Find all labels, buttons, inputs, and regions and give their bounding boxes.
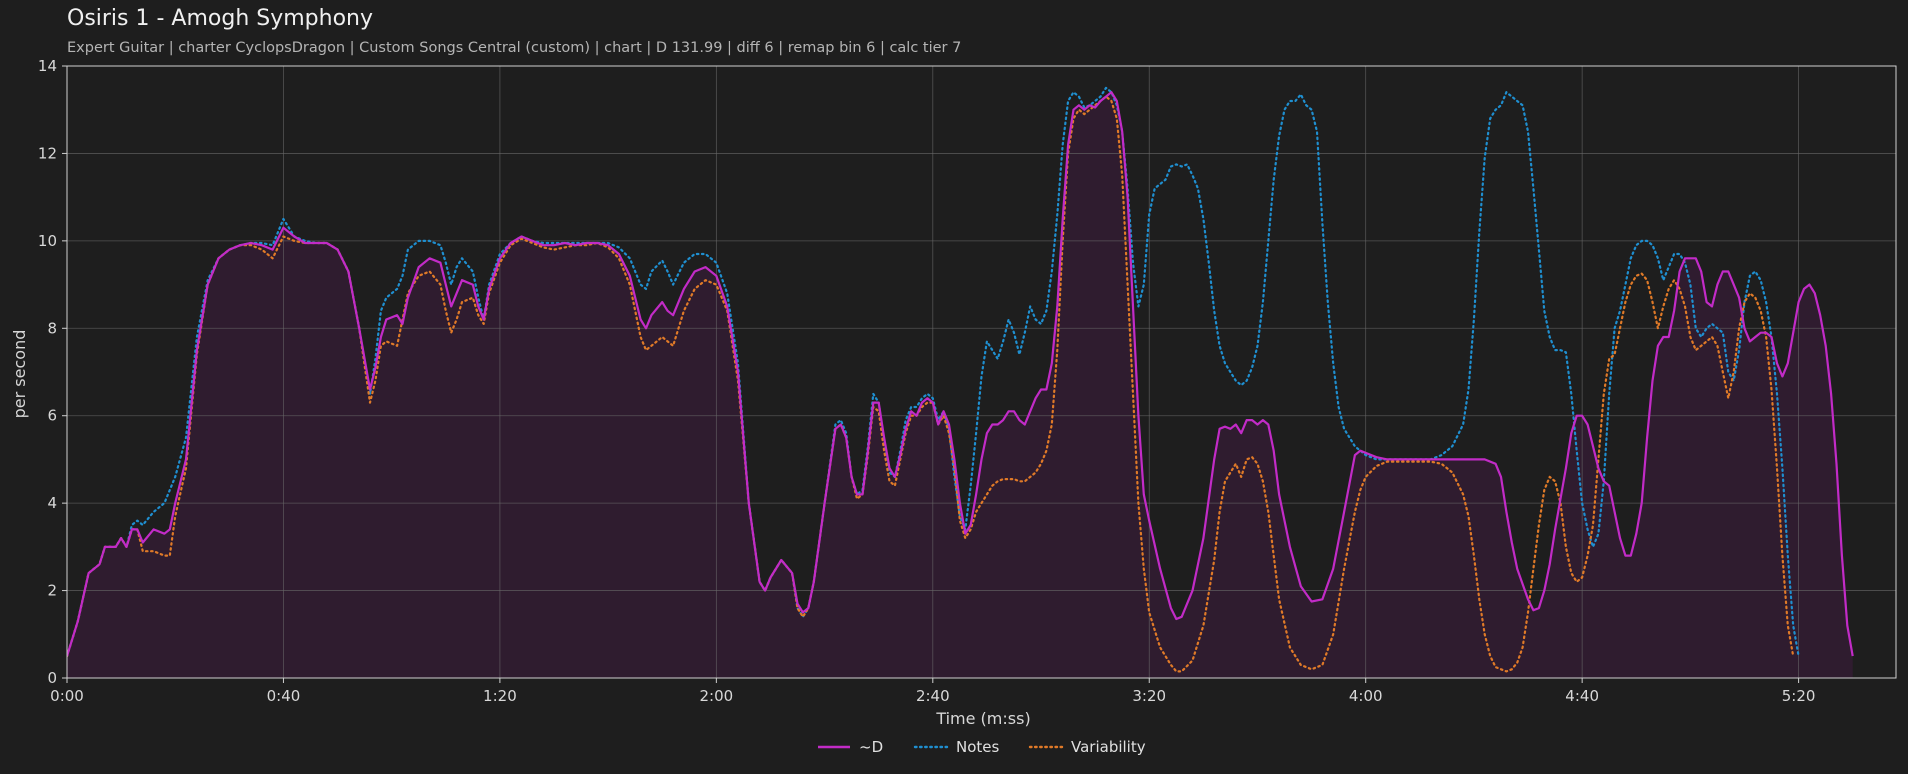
x-tick-label: 3:20: [1132, 687, 1166, 705]
x-tick-label: 2:40: [916, 687, 950, 705]
chart: Osiris 1 - Amogh Symphony Expert Guitar …: [0, 0, 1908, 774]
x-tick-label: 0:40: [267, 687, 301, 705]
x-tick-label: 5:20: [1782, 687, 1816, 705]
y-axis-title: per second: [10, 330, 29, 419]
y-tick-label: 10: [38, 232, 57, 250]
x-axis-title: Time (m:ss): [935, 709, 1030, 728]
y-tick-label: 14: [38, 57, 57, 75]
y-tick-label: 12: [38, 144, 57, 162]
y-tick-label: 2: [47, 582, 57, 600]
legend: ~D Notes Variability: [818, 738, 1146, 756]
legend-label: ~D: [859, 738, 883, 756]
x-tick-label: 4:40: [1565, 687, 1599, 705]
y-tick-label: 6: [47, 407, 57, 425]
x-tick-label: 0:00: [50, 687, 84, 705]
legend-label: Variability: [1071, 738, 1146, 756]
plot-area: 0 2 4 6 8 10 12 14 0:00 0:40 1:20 2:00 2:40 3:20 4:00 4…: [10, 57, 1897, 756]
y-tick-label: 0: [47, 669, 57, 687]
x-tick-label: 2:00: [700, 687, 734, 705]
legend-label: Notes: [956, 738, 1000, 756]
y-tick-label: 8: [47, 319, 57, 337]
y-tick-label: 4: [47, 494, 57, 512]
x-tick-label: 4:00: [1349, 687, 1383, 705]
x-tick-label: 1:20: [483, 687, 517, 705]
